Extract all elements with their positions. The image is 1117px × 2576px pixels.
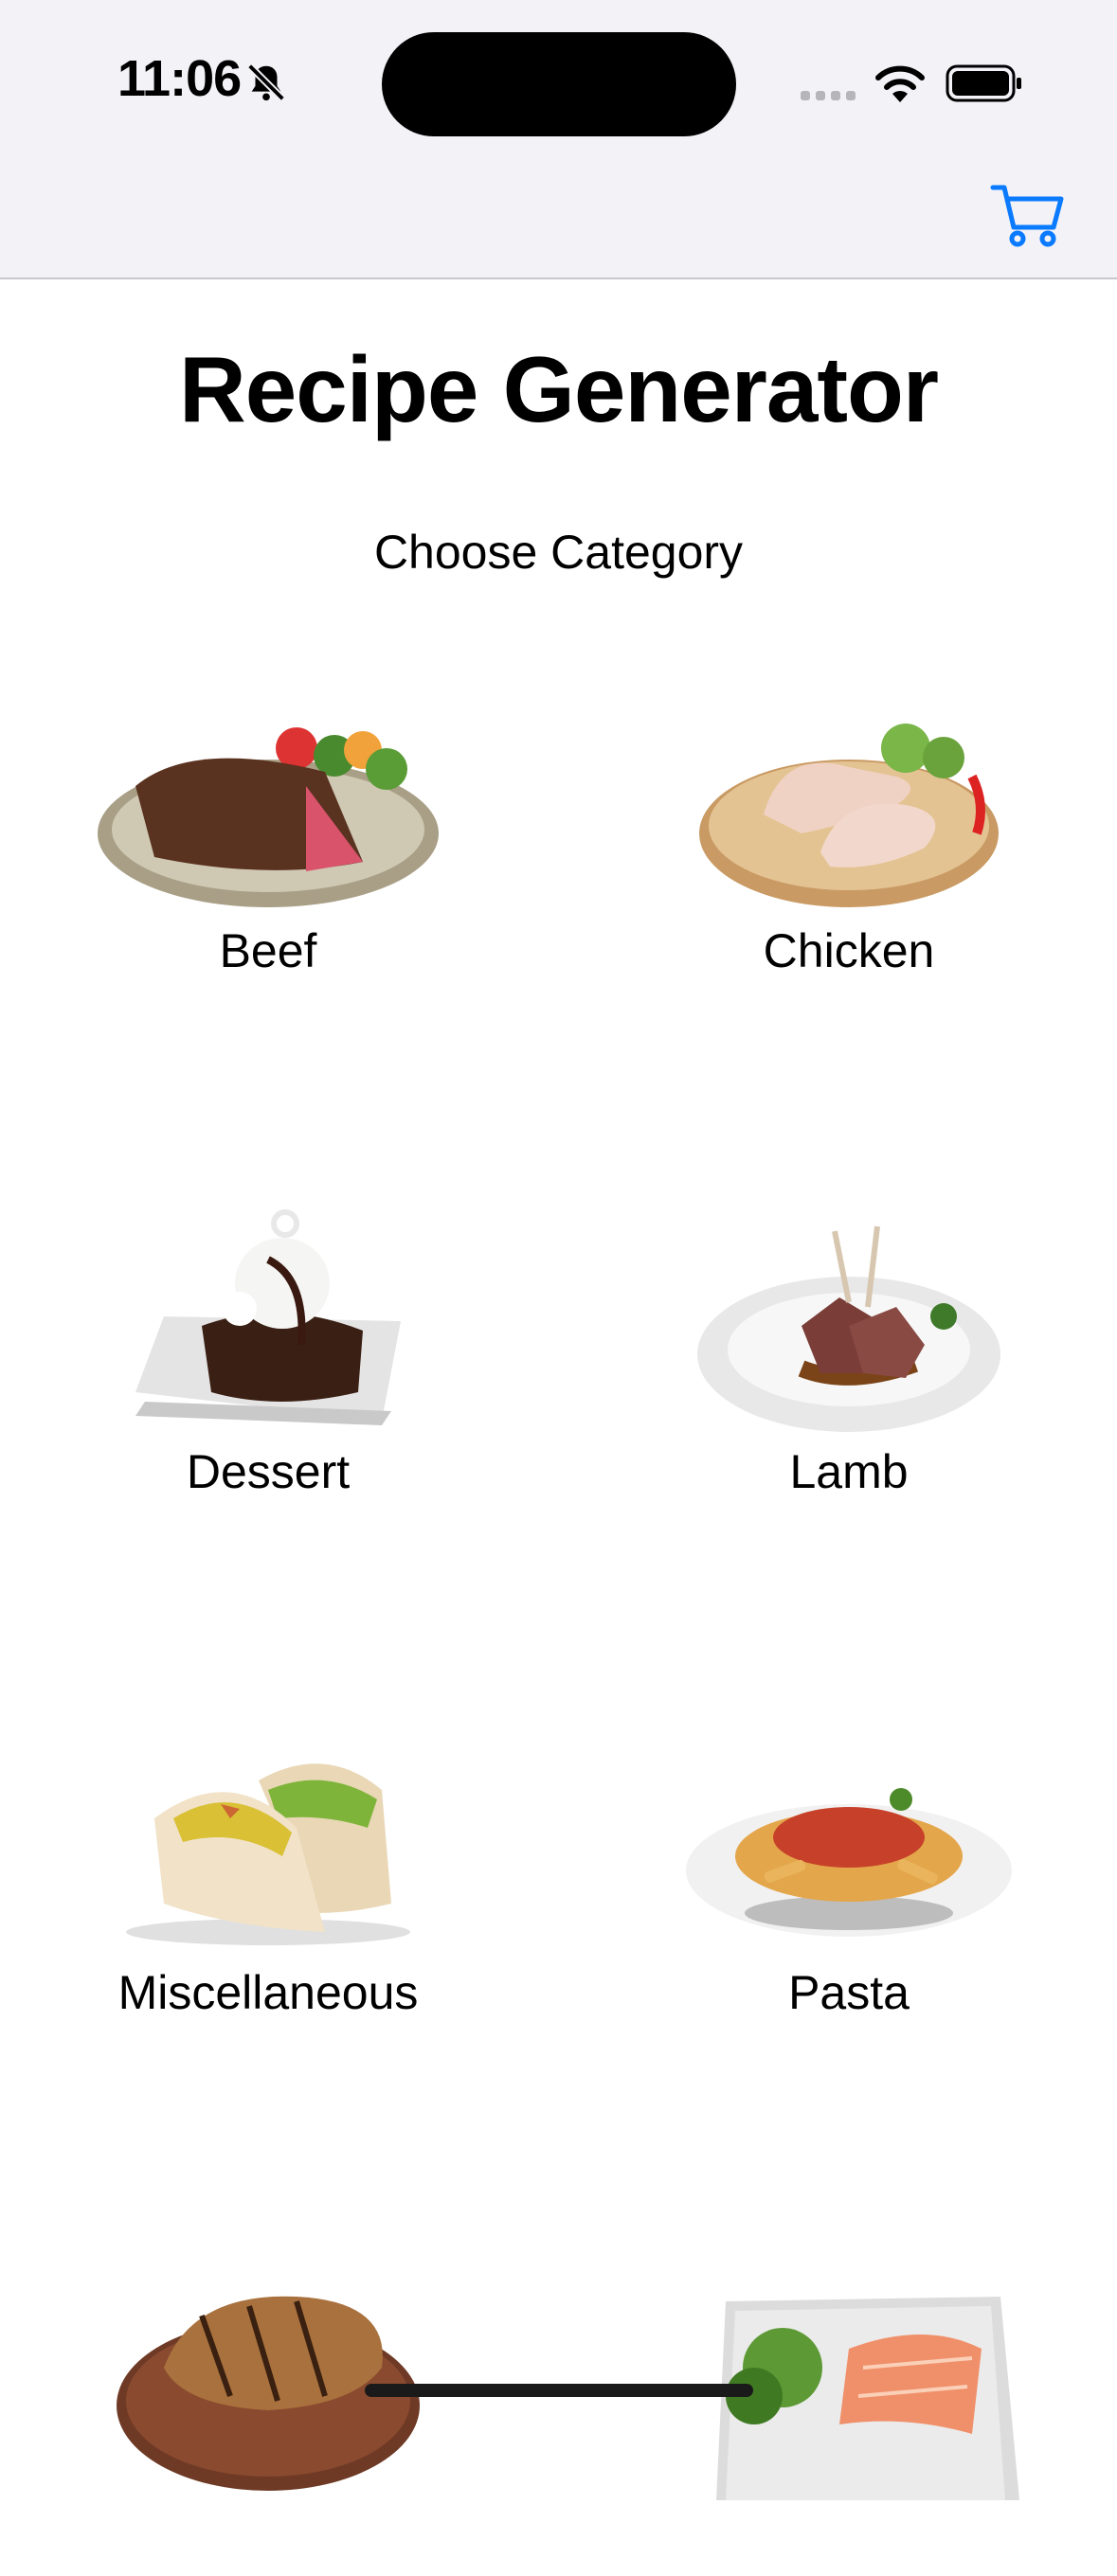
category-lamb[interactable]: Lamb: [622, 1203, 1076, 1515]
dynamic-island: [382, 32, 736, 136]
lamb-chops-image: [697, 1225, 1000, 1432]
category-dessert[interactable]: Dessert: [41, 1203, 495, 1515]
steak-image: [98, 727, 439, 907]
category-miscellaneous[interactable]: Miscellaneous: [41, 1724, 495, 2036]
category-label: Dessert: [186, 1445, 351, 1498]
chicken-legs-image: [699, 724, 999, 907]
category-label: Beef: [219, 924, 317, 977]
page-title: Recipe Generator: [179, 337, 939, 441]
wifi-icon: [875, 65, 925, 102]
category-chicken[interactable]: Chicken: [622, 682, 1076, 994]
brownie-sundae-image: [135, 1209, 401, 1425]
pork-chop-image: [117, 2296, 420, 2491]
cellular-signal-icon: [801, 91, 856, 100]
category-label: Pasta: [788, 1966, 910, 2019]
tacos-image: [126, 1763, 410, 1945]
battery-icon: [946, 64, 1021, 102]
category-label: Chicken: [763, 924, 935, 977]
category-item[interactable]: [622, 2263, 1076, 2576]
category-beef[interactable]: Beef: [41, 682, 495, 994]
cart-icon[interactable]: [989, 182, 1065, 248]
top-bar: 11:06: [0, 0, 1117, 279]
penne-pasta-image: [686, 1788, 1012, 1937]
bell-slash-icon: [247, 63, 285, 101]
category-item[interactable]: [41, 2263, 495, 2576]
page-subtitle: Choose Category: [373, 526, 744, 579]
category-label: Lamb: [789, 1445, 909, 1498]
category-pasta[interactable]: Pasta: [622, 1724, 1076, 2036]
home-indicator[interactable]: [365, 2384, 753, 2397]
category-label: Miscellaneous: [117, 1966, 419, 2019]
status-time: 11:06: [117, 50, 242, 107]
salmon-plate-image: [716, 2297, 1019, 2500]
